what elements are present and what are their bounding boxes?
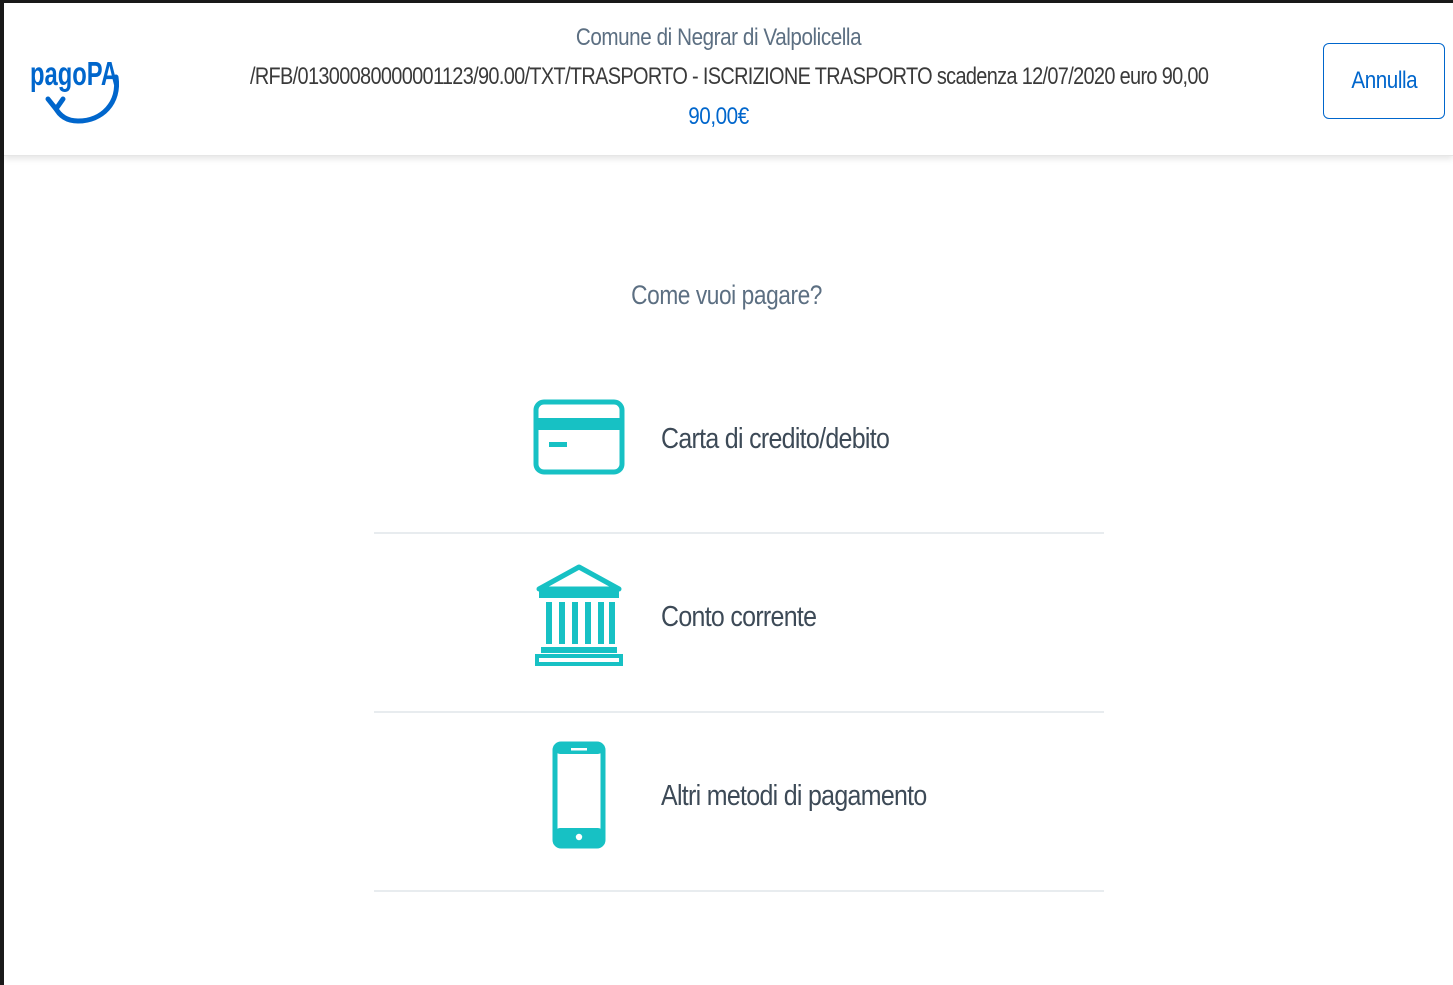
method-label: Conto corrente bbox=[661, 601, 817, 633]
pagopa-logo: pagoPA bbox=[30, 55, 120, 124]
method-bank-account[interactable]: Conto corrente bbox=[374, 534, 1104, 713]
cancel-button-label: Annulla bbox=[1351, 67, 1417, 94]
method-other[interactable]: Altri metodi di pagamento bbox=[374, 713, 1104, 892]
payment-reason: /RFB/01300080000001123/90.00/TXT/TRASPOR… bbox=[249, 63, 1209, 90]
payment-question-text: Come vuoi pagare? bbox=[631, 280, 822, 310]
method-label: Altri metodi di pagamento bbox=[661, 780, 927, 812]
payment-amount: 90,00€ bbox=[688, 103, 749, 130]
bank-icon bbox=[535, 564, 623, 666]
payment-header: pagoPA Comune di Negrar di Valpolicella … bbox=[4, 3, 1453, 156]
creditor-entity: Comune di Negrar di Valpolicella bbox=[575, 24, 862, 51]
method-label: Carta di credito/debito bbox=[661, 423, 890, 455]
payment-method-list: Carta di credito/debito Conto corrente A… bbox=[374, 355, 1104, 892]
payment-question: Come vuoi pagare? bbox=[0, 280, 1453, 311]
payment-summary: Comune di Negrar di Valpolicella /RFB/01… bbox=[154, 21, 1283, 135]
credit-card-icon bbox=[533, 399, 625, 475]
cancel-button[interactable]: Annulla bbox=[1323, 43, 1445, 119]
svg-text:pagoPA: pagoPA bbox=[30, 55, 118, 92]
smartphone-icon bbox=[552, 741, 606, 849]
method-credit-card[interactable]: Carta di credito/debito bbox=[374, 355, 1104, 534]
